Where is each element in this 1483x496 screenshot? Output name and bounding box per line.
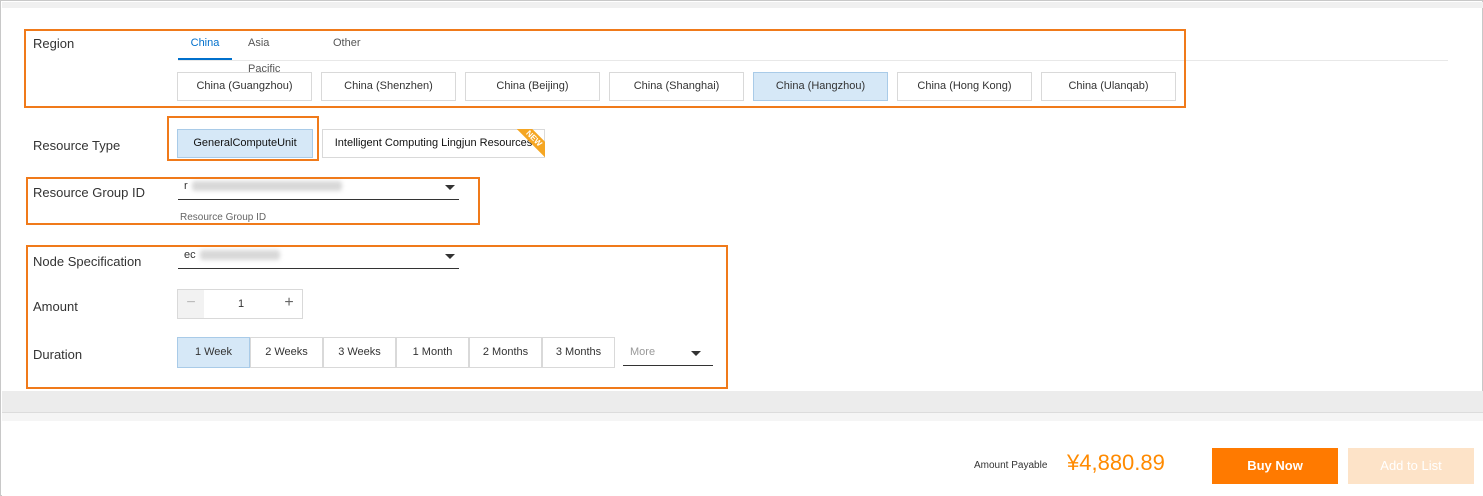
duration-label: Duration [33, 347, 83, 362]
amount-payable-label: Amount Payable [974, 460, 1048, 471]
minus-icon[interactable]: − [178, 290, 204, 318]
resource-type-general[interactable]: GeneralComputeUnit [177, 129, 313, 158]
region-option-beijing[interactable]: China (Beijing) [465, 72, 600, 101]
resource-group-value: r [184, 180, 188, 192]
more-label: More [630, 346, 656, 358]
chevron-down-icon [445, 254, 455, 259]
price-value: ¥4,880.89 [1067, 450, 1165, 475]
region-option-guangzhou[interactable]: China (Guangzhou) [177, 72, 312, 101]
new-badge: NEW [517, 129, 545, 157]
node-spec-label: Node Specification [33, 254, 142, 269]
tab-other[interactable]: Other [333, 30, 361, 60]
tabs-divider [178, 60, 1448, 61]
resource-group-hint: Resource Group ID [180, 212, 267, 223]
tab-asia-pacific[interactable]: Asia Pacific [248, 30, 280, 75]
quantity-stepper: − 1 + [177, 289, 303, 319]
redacted-value [192, 181, 342, 191]
resource-type-lingjun[interactable]: Intelligent Computing Lingjun Resources … [322, 129, 545, 158]
duration-3-weeks[interactable]: 3 Weeks [323, 337, 396, 368]
chevron-down-icon [445, 185, 455, 190]
node-spec-value: ec [184, 249, 196, 261]
resource-group-label: Resource Group ID [33, 185, 145, 200]
region-label: Region [33, 36, 75, 51]
resource-group-select[interactable]: r [178, 178, 459, 200]
quantity-input[interactable]: 1 [204, 290, 278, 318]
resource-type-lingjun-label: Intelligent Computing Lingjun Resources [334, 137, 533, 149]
region-option-hong-kong[interactable]: China (Hong Kong) [897, 72, 1032, 101]
separator-band [2, 391, 1483, 421]
region-option-ulanqab[interactable]: China (Ulanqab) [1041, 72, 1176, 101]
duration-more-select[interactable]: More [623, 342, 713, 366]
redacted-value [200, 250, 280, 260]
buy-now-button[interactable]: Buy Now [1212, 448, 1338, 484]
region-option-hangzhou[interactable]: China (Hangzhou) [753, 72, 888, 101]
chevron-down-icon [691, 351, 701, 356]
duration-2-months[interactable]: 2 Months [469, 337, 542, 368]
region-option-shanghai[interactable]: China (Shanghai) [609, 72, 744, 101]
node-spec-select[interactable]: ec [178, 247, 459, 269]
region-option-shenzhen[interactable]: China (Shenzhen) [321, 72, 456, 101]
duration-1-week[interactable]: 1 Week [177, 337, 250, 368]
duration-2-weeks[interactable]: 2 Weeks [250, 337, 323, 368]
duration-1-month[interactable]: 1 Month [396, 337, 469, 368]
resource-type-label: Resource Type [33, 138, 121, 153]
plus-icon[interactable]: + [276, 290, 302, 318]
tab-china[interactable]: China [178, 30, 232, 60]
add-to-list-button[interactable]: Add to List [1348, 448, 1474, 484]
amount-label: Amount [33, 299, 78, 314]
duration-3-months[interactable]: 3 Months [542, 337, 615, 368]
